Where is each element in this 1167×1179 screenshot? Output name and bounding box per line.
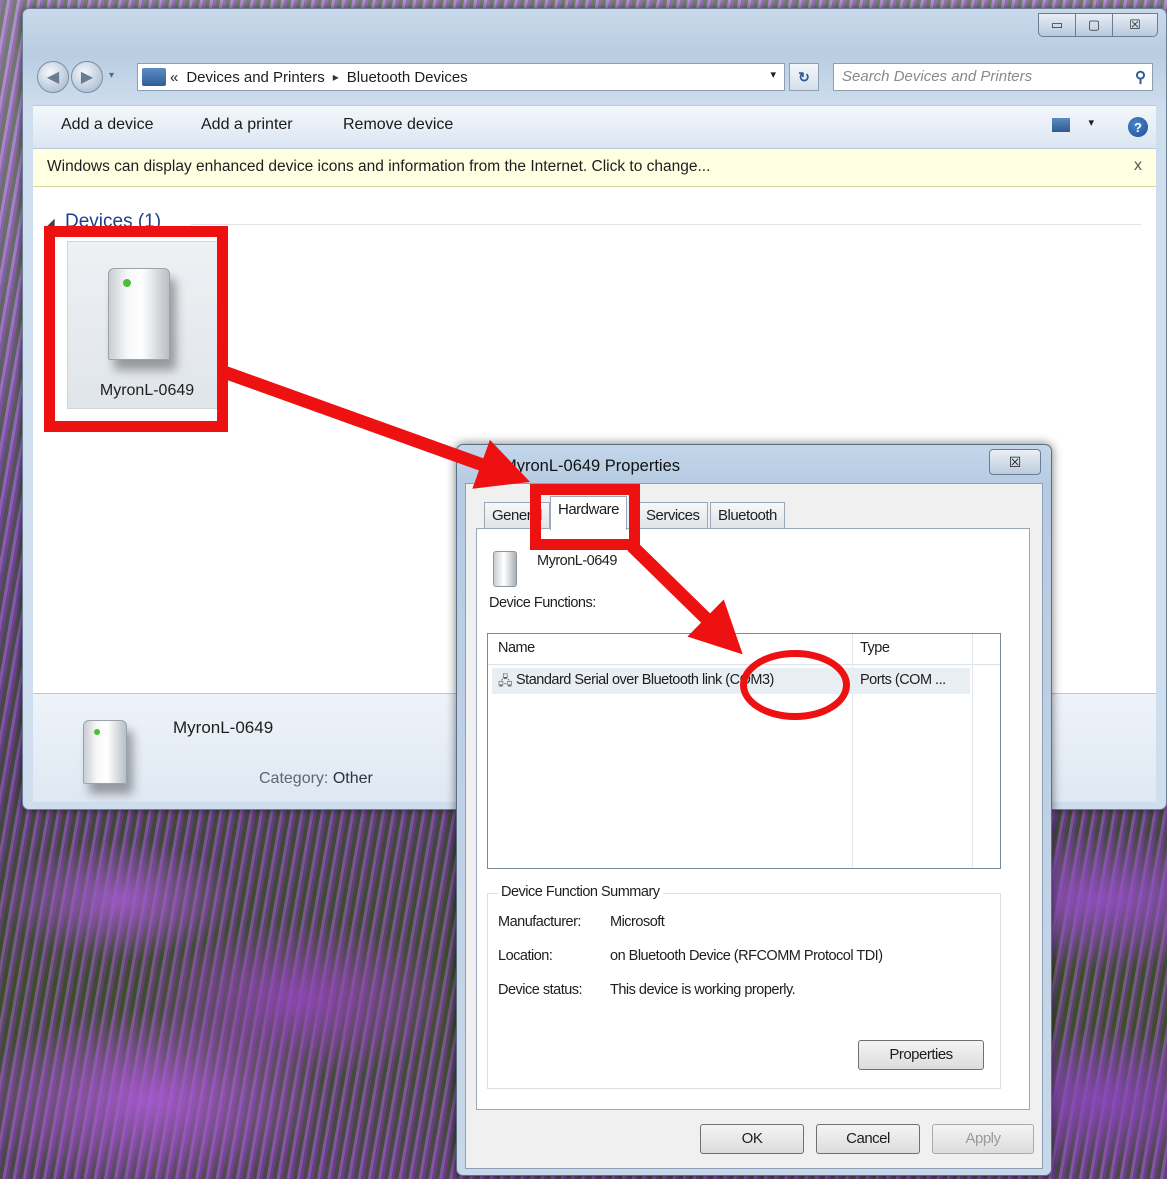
tab-hardware[interactable]: Hardware (550, 496, 628, 530)
annotation-arrows (221, 365, 743, 655)
arrow-to-properties (221, 365, 531, 489)
arrow-to-com-port (627, 541, 743, 655)
